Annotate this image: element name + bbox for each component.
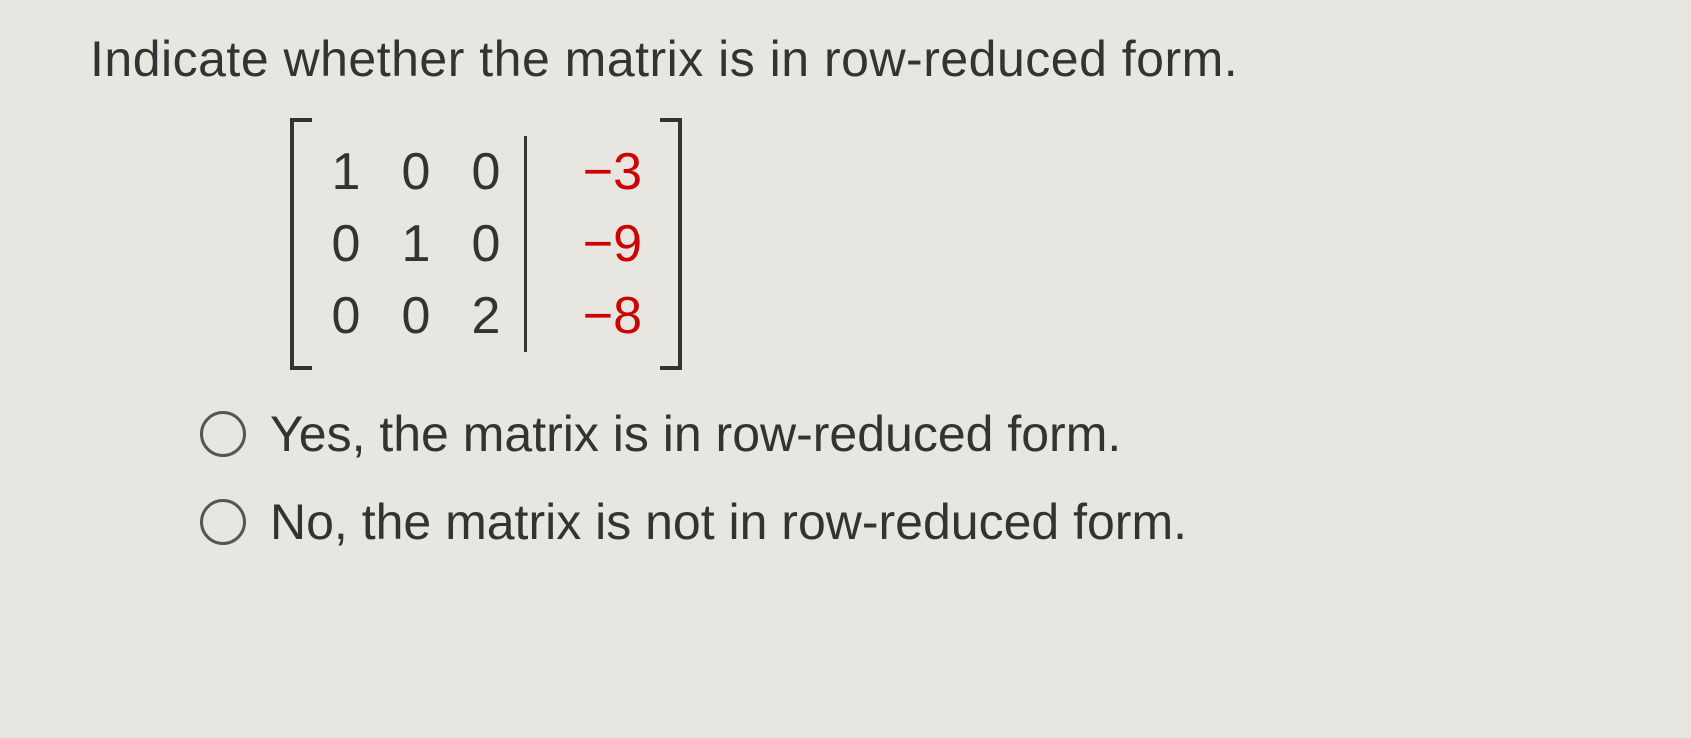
matrix-row: 0 0 2 bbox=[330, 280, 502, 352]
option-label: Yes, the matrix is in row-reduced form. bbox=[270, 405, 1121, 463]
augmented-matrix: 1 0 0 0 1 0 0 0 2 bbox=[290, 118, 682, 370]
matrix-cell: 0 bbox=[330, 218, 362, 270]
augment-block: −3 −9 −8 bbox=[524, 136, 642, 352]
matrix-row: −3 bbox=[572, 136, 642, 208]
right-bracket bbox=[660, 118, 682, 370]
matrix-row: −9 bbox=[572, 208, 642, 280]
matrix-cell: 0 bbox=[400, 146, 432, 198]
coefficient-block: 1 0 0 0 1 0 0 0 2 bbox=[330, 136, 524, 352]
matrix-row: 1 0 0 bbox=[330, 136, 502, 208]
matrix-cell: 0 bbox=[470, 146, 502, 198]
answer-options: Yes, the matrix is in row-reduced form. … bbox=[90, 405, 1601, 551]
matrix-cell: 0 bbox=[470, 218, 502, 270]
left-bracket bbox=[290, 118, 312, 370]
matrix-body: 1 0 0 0 1 0 0 0 2 bbox=[330, 118, 642, 370]
option-label: No, the matrix is not in row-reduced for… bbox=[270, 493, 1187, 551]
matrix-display: 1 0 0 0 1 0 0 0 2 bbox=[90, 118, 1601, 370]
matrix-cell: 0 bbox=[330, 290, 362, 342]
question-page: Indicate whether the matrix is in row-re… bbox=[0, 0, 1691, 611]
radio-icon[interactable] bbox=[200, 499, 246, 545]
option-no[interactable]: No, the matrix is not in row-reduced for… bbox=[200, 493, 1601, 551]
option-yes[interactable]: Yes, the matrix is in row-reduced form. bbox=[200, 405, 1601, 463]
augment-cell: −3 bbox=[572, 146, 642, 198]
matrix-cell: 1 bbox=[330, 146, 362, 198]
matrix-cell: 0 bbox=[400, 290, 432, 342]
question-prompt: Indicate whether the matrix is in row-re… bbox=[90, 30, 1601, 88]
matrix-cell: 2 bbox=[470, 290, 502, 342]
radio-icon[interactable] bbox=[200, 411, 246, 457]
matrix-row: −8 bbox=[572, 280, 642, 352]
matrix-cell: 1 bbox=[400, 218, 432, 270]
augment-cell: −9 bbox=[572, 218, 642, 270]
augment-cell: −8 bbox=[572, 290, 642, 342]
matrix-row: 0 1 0 bbox=[330, 208, 502, 280]
